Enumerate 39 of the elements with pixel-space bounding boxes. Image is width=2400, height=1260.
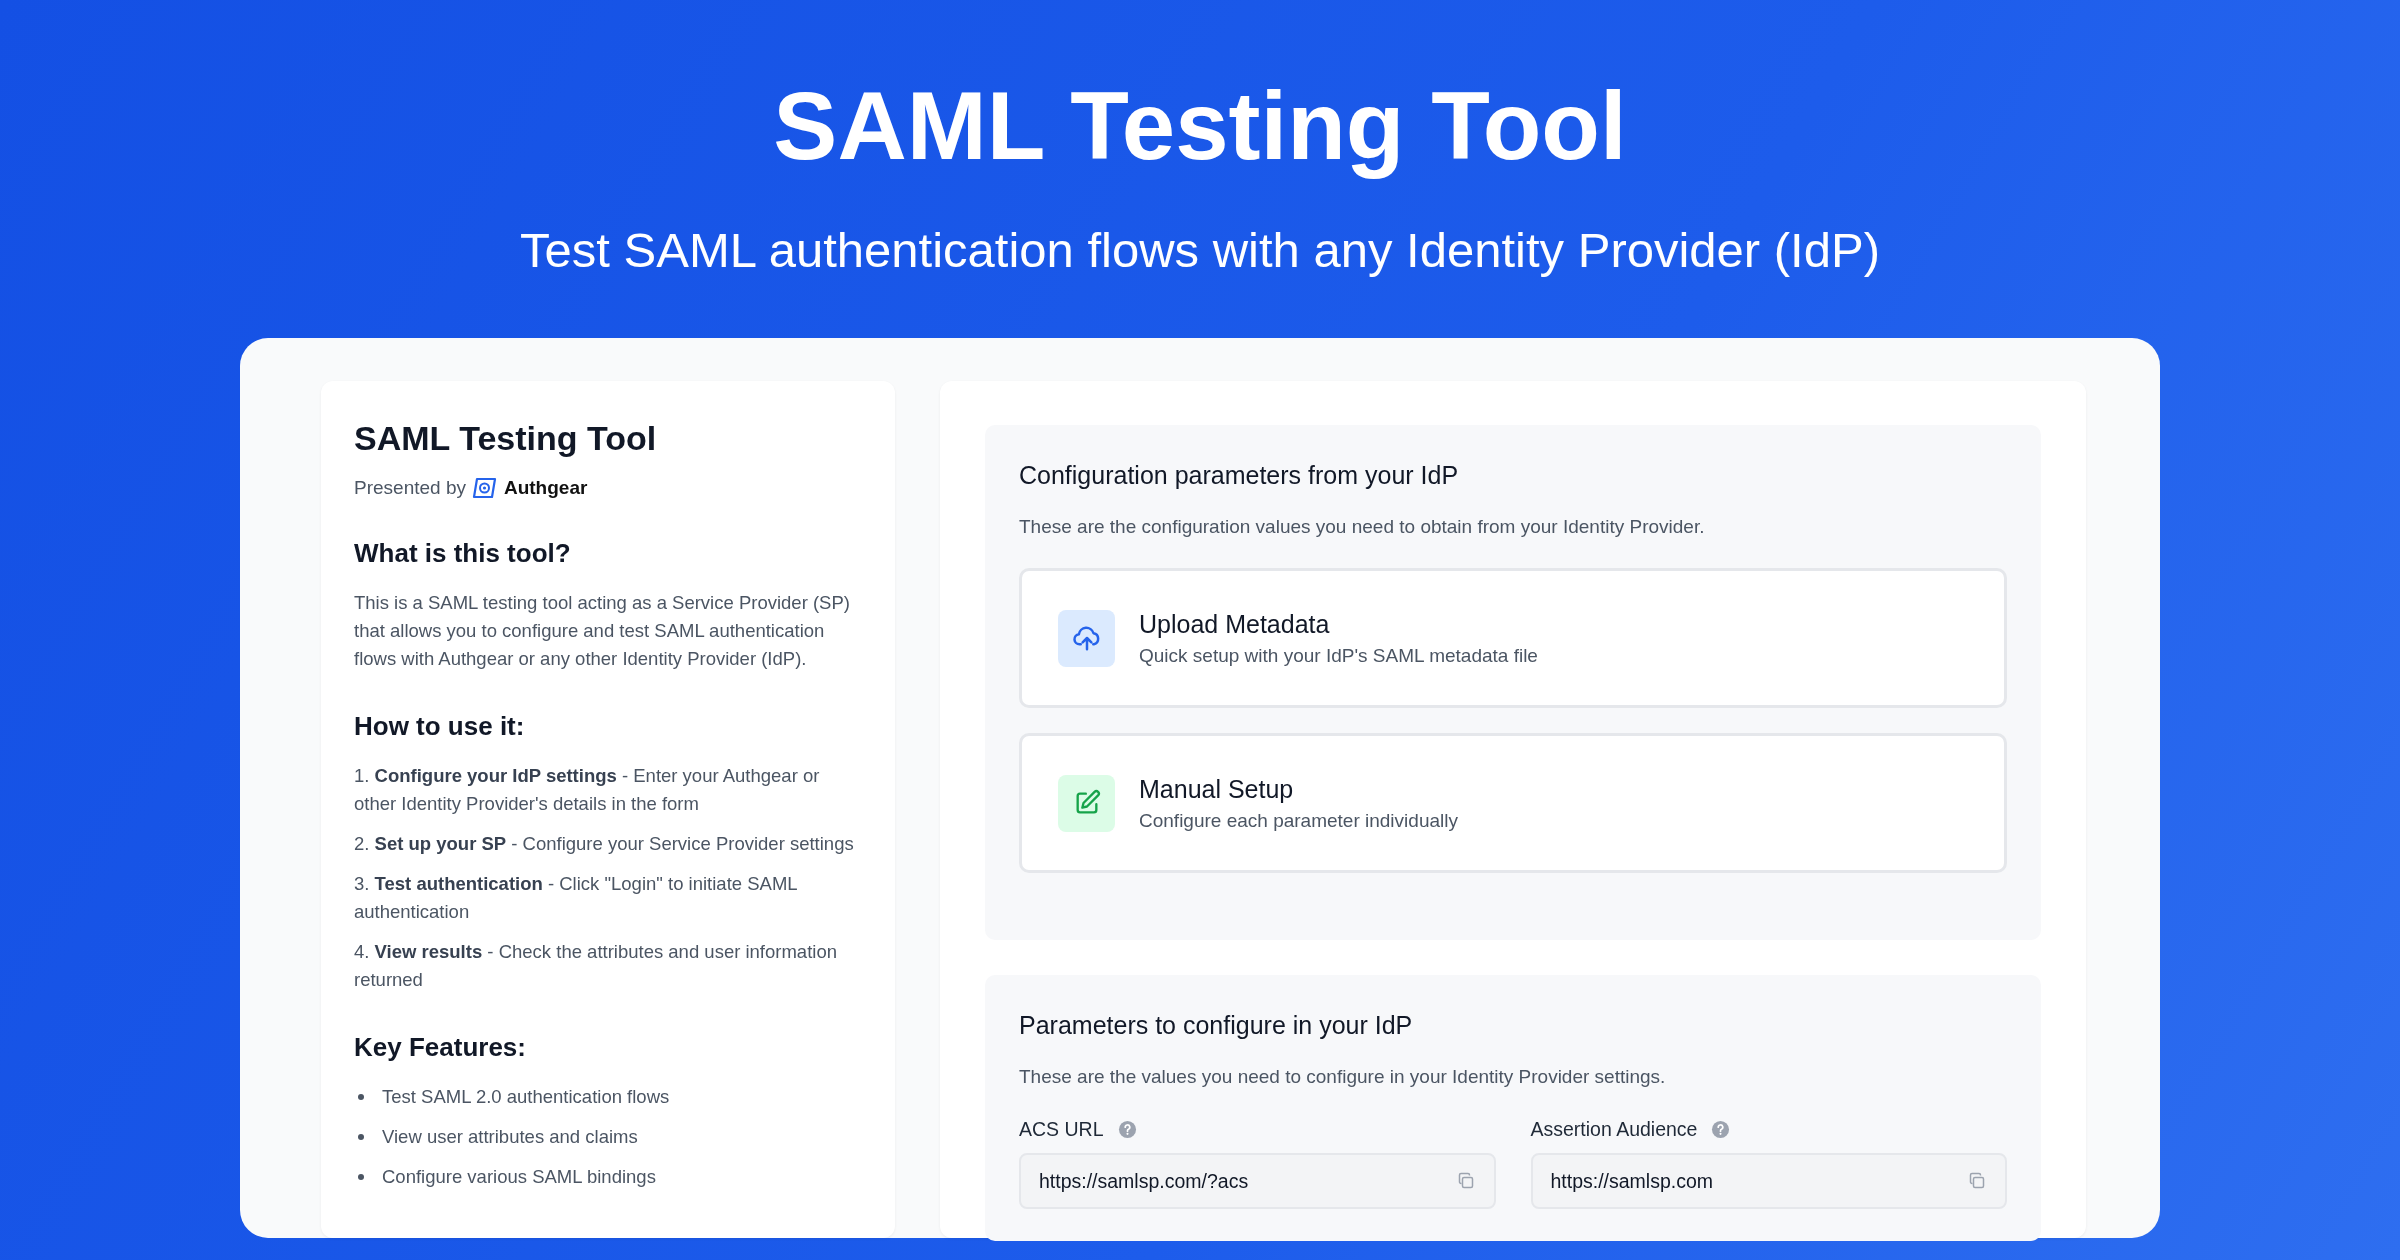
step-text: 2. Set up your SP - Configure your Service Provider settings <box>354 832 855 856</box>
feature-text: Configure various SAML bindings <box>382 1165 656 1189</box>
section-description: These are the configuration values you need to obtain from your Identity Provider. <box>1019 516 1706 538</box>
edit-icon <box>1058 774 1115 832</box>
section-heading: How to use it: <box>354 711 526 742</box>
feature-text: View user attributes and claims <box>382 1125 638 1149</box>
feature-text: Test SAML 2.0 authentication flows <box>382 1085 670 1109</box>
step-text: 4. View results - Check the attributes and user information returned <box>354 940 838 992</box>
option-title: Manual Setup <box>1139 774 1295 804</box>
option-subtitle: Configure each parameter individually <box>1139 809 1458 832</box>
description-text: This is a SAML testing tool acting as a Service Provider (SP) that allows you to configure and test SAML authentication flows with Authgear or any other Identity Provider (IdP). <box>354 591 851 671</box>
url-field[interactable]: https://samlsp.com <box>1530 1153 2007 1209</box>
section-heading: Key Features: <box>354 1032 527 1063</box>
section-heading: Configuration parameters from your IdP <box>1019 461 1460 490</box>
hero-subtitle: Test SAML authentication flows with any Identity Provider (IdP) <box>520 222 1880 279</box>
bullet-dot <box>358 1134 364 1140</box>
step-text: 1. Configure your IdP settings - Enter your Authgear or other Identity Provider's details in the form <box>354 764 821 816</box>
logo-icon <box>471 476 498 500</box>
section-heading: What is this tool? <box>354 538 572 569</box>
field-label: Assertion Audience <box>1530 1118 1698 1141</box>
setup-option[interactable]: Manual Setup Configure each parameter individually <box>1019 733 2007 873</box>
bullet-dot <box>358 1174 364 1180</box>
step-text: 3. Test authentication - Click "Login" to initiate SAML authentication <box>354 872 798 924</box>
url-field[interactable]: https://samlsp.com/?acs <box>1019 1153 1496 1209</box>
presented-by-text: Presented by <box>354 477 466 499</box>
section-description: These are the values you need to configure in your Identity Provider settings. <box>1019 1066 1667 1088</box>
copy-icon[interactable] <box>1967 1171 1987 1191</box>
cloud-upload-icon <box>1058 609 1115 667</box>
option-title: Upload Metadata <box>1139 609 1331 639</box>
info-title: SAML Testing Tool <box>354 419 658 458</box>
help-icon[interactable] <box>1117 1120 1137 1139</box>
field-label: ACS URL <box>1019 1118 1104 1141</box>
help-icon[interactable] <box>1711 1120 1731 1139</box>
brand-name: Authgear <box>503 477 588 499</box>
option-subtitle: Quick setup with your IdP's SAML metadata file <box>1139 644 1538 667</box>
setup-option[interactable]: Upload Metadata Quick setup with your IdP's SAML metadata file <box>1019 568 2007 708</box>
section-heading: Parameters to configure in your IdP <box>1019 1011 1414 1040</box>
hero-title: SAML Testing Tool <box>773 71 1627 181</box>
bullet-dot <box>358 1094 364 1100</box>
